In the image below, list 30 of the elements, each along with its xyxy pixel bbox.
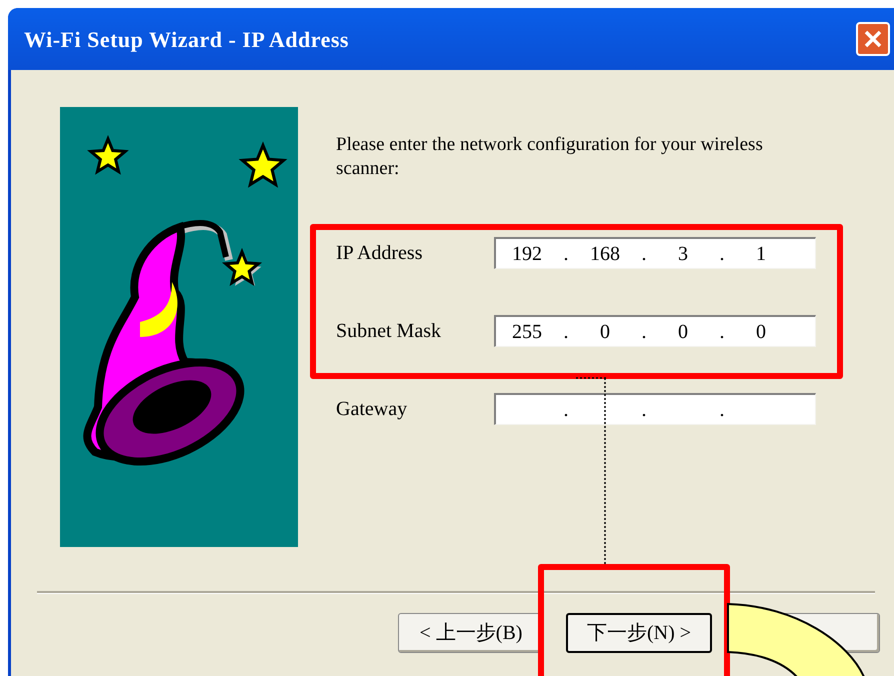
field-label: IP Address bbox=[336, 241, 424, 266]
octet-value: 0 bbox=[678, 320, 688, 344]
dot-separator: . bbox=[562, 242, 570, 266]
dot-separator: . bbox=[562, 398, 570, 422]
close-button[interactable] bbox=[856, 22, 890, 56]
dot-separator: . bbox=[718, 398, 726, 422]
dot-separator: . bbox=[640, 398, 648, 422]
octet-value: 0 bbox=[756, 320, 766, 344]
window-title: Wi-Fi Setup Wizard - IP Address bbox=[24, 26, 349, 54]
ip-address-field[interactable]: 192 . 168 . 3 . 1 bbox=[494, 237, 816, 269]
close-icon bbox=[863, 29, 883, 49]
octet-value: 0 bbox=[600, 320, 610, 344]
octet-value: 192 bbox=[512, 242, 542, 266]
dot-separator: . bbox=[640, 242, 648, 266]
dot-separator: . bbox=[718, 320, 726, 344]
octet-value: 3 bbox=[678, 242, 688, 266]
star-icon bbox=[87, 135, 129, 175]
ip-address-field[interactable]: . . . bbox=[494, 393, 816, 425]
dot-separator: . bbox=[718, 242, 726, 266]
ip-address-field[interactable]: 255 . 0 . 0 . 0 bbox=[494, 315, 816, 347]
dot-separator: . bbox=[562, 320, 570, 344]
field-label: Gateway bbox=[336, 397, 408, 422]
octet-value: 168 bbox=[590, 242, 620, 266]
wizard-button[interactable]: 下一步(N) > bbox=[566, 613, 712, 653]
star-icon bbox=[238, 141, 288, 188]
field-label: Subnet Mask bbox=[336, 319, 442, 344]
octet-value: 255 bbox=[512, 320, 542, 344]
dot-separator: . bbox=[640, 320, 648, 344]
octet-value: 1 bbox=[756, 242, 766, 266]
instructions-text: Please enter the network configuration for your wireless scanner: bbox=[336, 133, 764, 181]
